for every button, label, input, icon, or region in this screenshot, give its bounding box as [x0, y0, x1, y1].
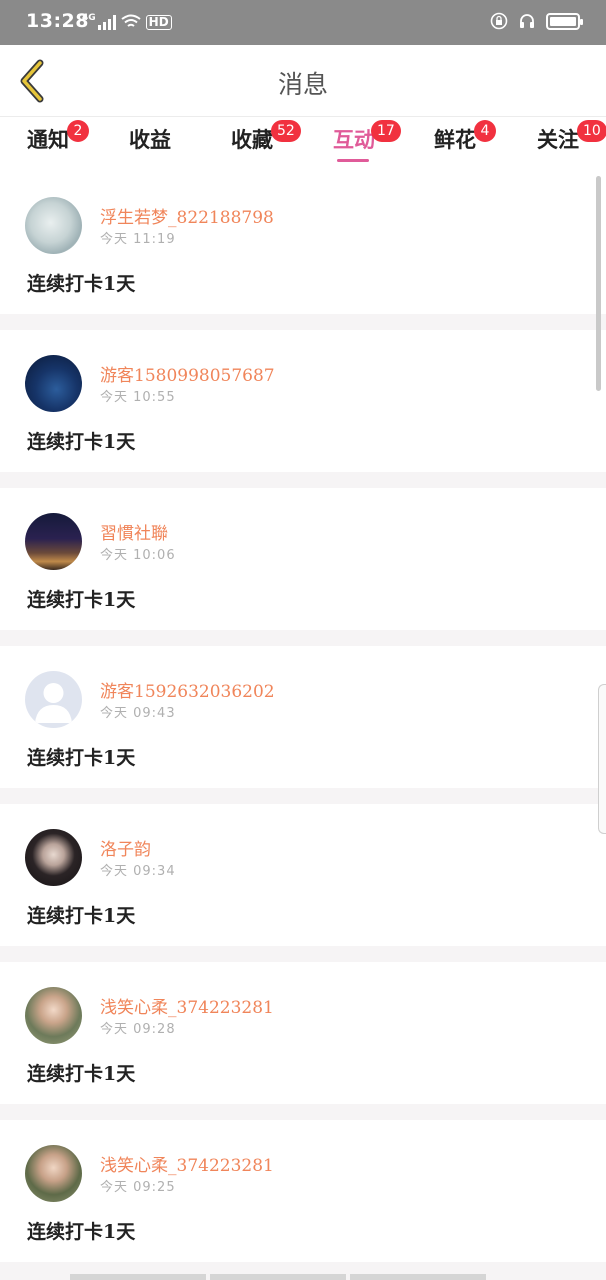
message-content: 连续打卡1天	[27, 905, 136, 927]
timestamp: 今天 11:19	[100, 232, 176, 247]
badge: 52	[271, 120, 301, 142]
timestamp: 今天 09:28	[100, 1022, 176, 1037]
badge: 2	[67, 120, 89, 142]
avatar[interactable]	[25, 355, 82, 412]
tab-label: 收藏	[231, 127, 273, 152]
tab-label: 互动	[333, 127, 375, 152]
username[interactable]: 洛子韵	[100, 835, 151, 860]
avatar[interactable]	[25, 829, 82, 886]
status-right-icons	[490, 12, 583, 30]
message-content: 连续打卡1天	[27, 273, 136, 295]
username[interactable]: 浅笑心柔_374223281	[100, 1151, 274, 1176]
timestamp: 今天 10:55	[100, 390, 176, 405]
tab-label: 鲜花	[434, 127, 476, 152]
tab-bar: 通知 2 收益 收藏 52 互动 17 鲜花 4 关注 10	[0, 117, 606, 172]
username[interactable]: 習慣社聯	[100, 519, 168, 544]
tab-notifications[interactable]: 通知 2	[27, 120, 89, 167]
network-type: 4G	[82, 13, 96, 23]
username[interactable]: 浅笑心柔_374223281	[100, 993, 274, 1018]
message-list: 浮生若梦_822188798 今天 11:19 连续打卡1天 游客1580998…	[0, 172, 606, 1278]
tab-favorites[interactable]: 收藏 52	[231, 120, 301, 167]
message-card[interactable]: 浅笑心柔_374223281 今天 09:25 连续打卡1天	[0, 1120, 606, 1262]
status-left-icons: 4G HD	[82, 13, 172, 30]
message-content: 连续打卡1天	[27, 1063, 136, 1085]
avatar[interactable]	[25, 1145, 82, 1202]
active-tab-indicator	[337, 159, 369, 162]
page-title: 消息	[277, 70, 328, 99]
username[interactable]: 浮生若梦_822188798	[100, 203, 274, 228]
timestamp: 今天 10:06	[100, 548, 176, 563]
wifi-icon	[121, 14, 141, 27]
username[interactable]: 游客1592632036202	[100, 677, 275, 702]
tab-follow[interactable]: 关注 10	[537, 120, 606, 167]
message-content: 连续打卡1天	[27, 589, 136, 611]
badge: 17	[371, 120, 401, 142]
message-card[interactable]: 游客1592632036202 今天 09:43 连续打卡1天	[0, 646, 606, 788]
message-card[interactable]: 游客1580998057687 今天 10:55 连续打卡1天	[0, 330, 606, 472]
avatar[interactable]	[25, 987, 82, 1044]
tab-interactions[interactable]: 互动 17	[333, 120, 401, 167]
default-avatar-icon	[35, 683, 72, 723]
username[interactable]: 游客1580998057687	[100, 361, 275, 386]
battery-icon	[546, 12, 583, 30]
message-card[interactable]: 浅笑心柔_374223281 今天 09:28 连续打卡1天	[0, 962, 606, 1104]
message-content: 连续打卡1天	[27, 431, 136, 453]
hd-icon: HD	[145, 14, 172, 30]
timestamp: 今天 09:34	[100, 864, 176, 879]
status-bar: 13:28 4G HD	[0, 0, 606, 45]
scrollbar[interactable]	[596, 176, 601, 391]
edge-panel-handle[interactable]	[598, 684, 606, 834]
headphones-icon	[520, 14, 534, 28]
signal-icon	[97, 14, 116, 30]
tab-label: 收益	[129, 127, 171, 152]
lock-rotation-icon	[490, 12, 508, 30]
message-card[interactable]: 浮生若梦_822188798 今天 11:19 连续打卡1天	[0, 172, 606, 314]
badge: 4	[474, 120, 496, 142]
status-time: 13:28	[26, 10, 89, 32]
message-content: 连续打卡1天	[27, 1221, 136, 1243]
tab-label: 通知	[27, 127, 69, 152]
timestamp: 今天 09:25	[100, 1180, 176, 1195]
avatar[interactable]	[25, 197, 82, 254]
tab-flowers[interactable]: 鲜花 4	[434, 120, 496, 167]
bottom-bar	[70, 1274, 486, 1280]
message-card[interactable]: 習慣社聯 今天 10:06 连续打卡1天	[0, 488, 606, 630]
timestamp: 今天 09:43	[100, 706, 176, 721]
avatar[interactable]	[25, 513, 82, 570]
avatar[interactable]	[25, 671, 82, 728]
message-content: 连续打卡1天	[27, 747, 136, 769]
header-bar: 消息	[0, 45, 606, 117]
message-card[interactable]: 洛子韵 今天 09:34 连续打卡1天	[0, 804, 606, 946]
badge: 10	[577, 120, 606, 142]
tab-label: 关注	[537, 127, 579, 152]
tab-earnings[interactable]: 收益	[129, 125, 171, 167]
